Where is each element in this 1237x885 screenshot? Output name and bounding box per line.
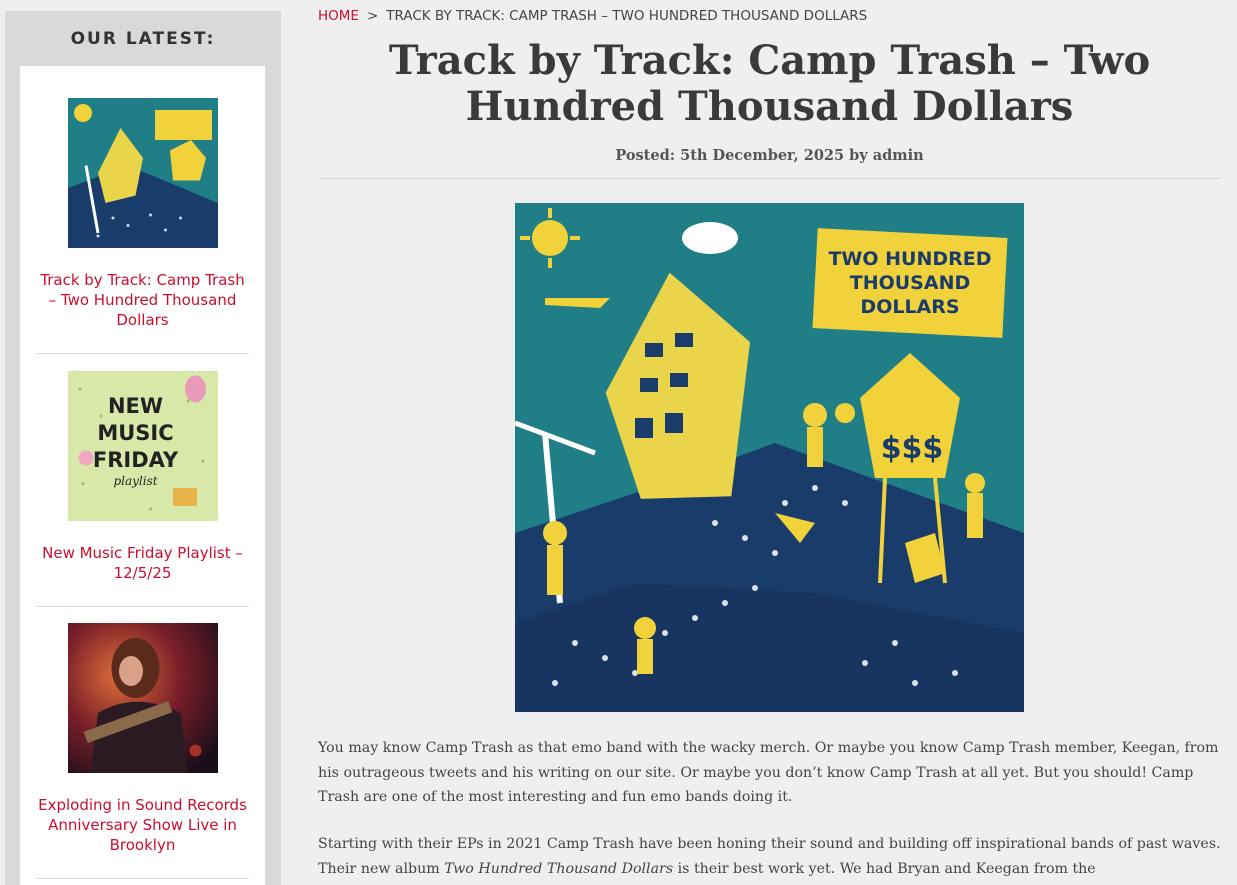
latest-post-title[interactable]: Exploding in Sound Records Anniversary S… — [36, 795, 249, 855]
thumb-text: playlist — [113, 474, 157, 488]
breadcrumb-current: TRACK BY TRACK: CAMP TRASH – TWO HUNDRED… — [386, 8, 868, 24]
latest-post-item[interactable]: Track by Track: Camp Trash – Two Hundred… — [36, 98, 249, 354]
thumb-text: FRIDAY — [92, 448, 178, 472]
divider — [36, 353, 249, 354]
breadcrumb-separator: > — [366, 8, 379, 24]
thumb-text: MUSIC — [97, 421, 173, 445]
post-meta: Posted: 5th December, 2025 by admin — [615, 147, 924, 164]
divider — [36, 606, 249, 607]
cover-text: $$$ — [881, 431, 944, 466]
album-title-emphasis: Two Hundred Thousand Dollars — [444, 860, 674, 877]
article-paragraph: Starting with their EPs in 2021 Camp Tra… — [318, 832, 1223, 881]
sidebar: OUR LATEST: Track by Track: Camp Trash –… — [5, 11, 281, 885]
cover-text: TWO HUNDRED — [828, 248, 991, 270]
article-text: is their best work yet. We had Bryan and… — [673, 860, 1096, 877]
live-show-photo-thumbnail[interactable] — [67, 623, 218, 773]
divider — [318, 178, 1221, 179]
camp-trash-cover-thumbnail[interactable] — [67, 98, 218, 248]
cover-text: THOUSAND — [850, 272, 971, 294]
latest-post-item[interactable]: Exploding in Sound Records Anniversary S… — [36, 623, 249, 879]
new-music-friday-thumbnail[interactable]: NEW MUSIC FRIDAY playlist — [67, 371, 218, 521]
article-paragraph: You may know Camp Trash as that emo band… — [318, 740, 1219, 805]
divider — [36, 878, 249, 879]
cover-text: DOLLARS — [860, 296, 959, 318]
sidebar-title: OUR LATEST: — [70, 28, 216, 49]
thumb-text: NEW — [107, 394, 162, 418]
breadcrumb: HOME > TRACK BY TRACK: CAMP TRASH – TWO HU… — [318, 8, 867, 24]
latest-post-title[interactable]: New Music Friday Playlist – 12/5/25 — [36, 543, 249, 583]
breadcrumb-home-link[interactable]: HOME — [318, 8, 359, 24]
latest-post-title[interactable]: Track by Track: Camp Trash – Two Hundred… — [36, 270, 249, 330]
latest-post-item[interactable]: NEW MUSIC FRIDAY playlist New Music Frid… — [36, 371, 249, 607]
latest-posts-list: Track by Track: Camp Trash – Two Hundred… — [20, 66, 265, 885]
page-title: Track by Track: Camp Trash – Two Hundred… — [388, 37, 1151, 130]
album-cover-image: TWO HUNDRED THOUSAND DOLLARS $$$ — [515, 203, 1024, 712]
